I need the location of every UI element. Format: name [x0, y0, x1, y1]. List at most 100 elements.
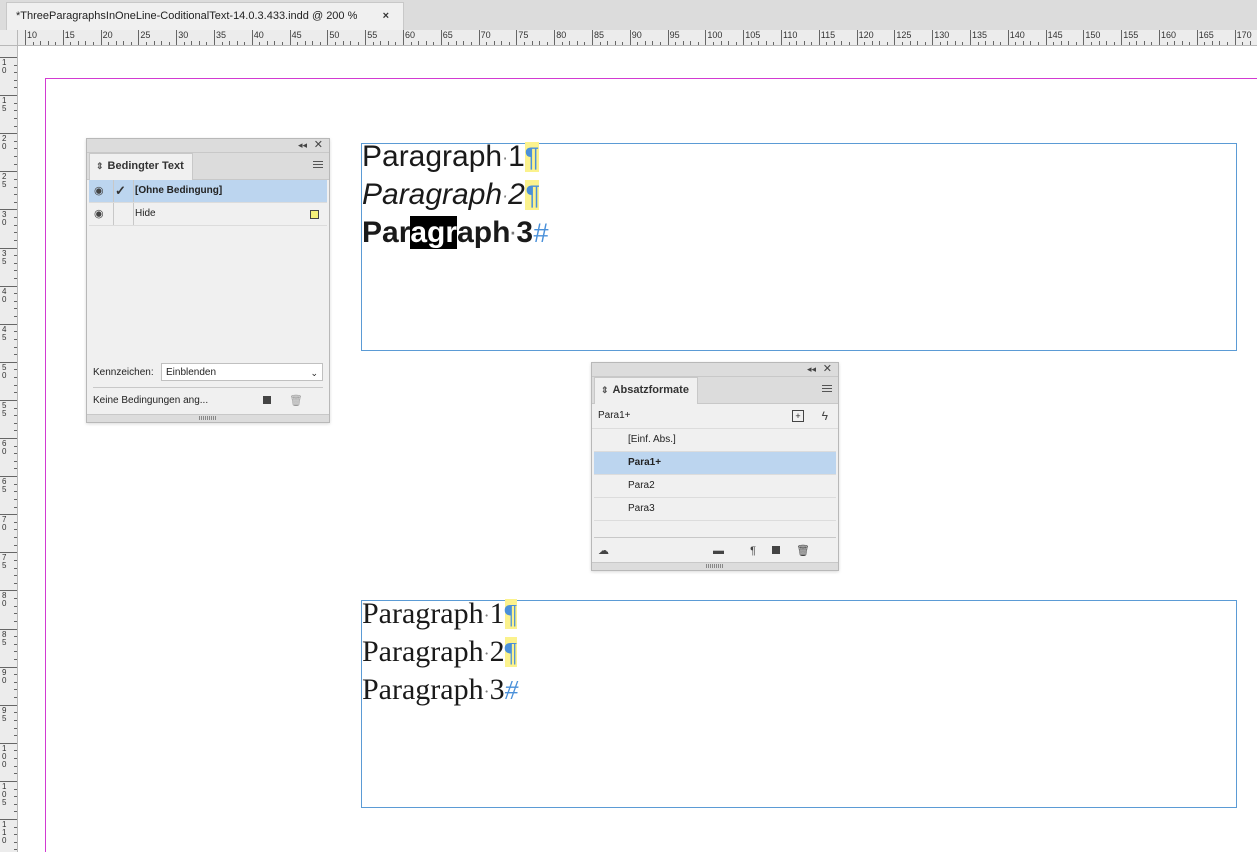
ruler-minor-tick	[14, 841, 17, 843]
condition-row-hide[interactable]: ◉ Hide	[89, 203, 327, 226]
ruler-minor-tick	[758, 41, 760, 45]
ruler-minor-tick	[14, 422, 17, 424]
text-frame-bottom[interactable]: Paragraph·1¶ Paragraph·2¶ Paragraph·3#	[361, 597, 1237, 808]
close-icon[interactable]: ✕	[314, 139, 323, 151]
trash-icon[interactable]: 🗑	[289, 391, 303, 411]
text-frame-top[interactable]: Paragraph·1¶ Paragraph·2¶ Paragraph·3#	[361, 140, 1237, 351]
ruler-minor-tick	[334, 42, 336, 45]
ruler-label: 65	[442, 30, 453, 40]
panel-menu-icon[interactable]	[313, 161, 323, 170]
ruler-minor-tick	[14, 331, 17, 333]
ruler-minor-tick	[274, 41, 276, 45]
ruler-minor-tick	[14, 453, 17, 455]
paragraph-1-line[interactable]: Paragraph·1¶	[362, 597, 517, 631]
resize-grip[interactable]	[87, 414, 329, 422]
current-style-row: Para1+ + ϟ	[592, 404, 838, 429]
lightning-icon[interactable]: ϟ	[822, 404, 828, 428]
paragraph-2-line[interactable]: Paragraph·2¶	[362, 178, 540, 212]
ruler-label: 60	[2, 439, 7, 456]
tab-paragraph-styles[interactable]: ⇕ Absatzformate	[594, 377, 698, 404]
panel-tab-row: ⇕ Bedingter Text	[87, 153, 329, 180]
column-divider	[113, 203, 114, 225]
ruler-label: 155	[1123, 30, 1139, 40]
check-icon[interactable]: ✓	[115, 180, 126, 202]
ruler-minor-tick	[728, 41, 730, 45]
tab-conditional-text[interactable]: ⇕ Bedingter Text	[89, 153, 193, 180]
ruler-label: 10	[27, 30, 38, 40]
paragraph-1-line[interactable]: Paragraph·1¶	[362, 140, 540, 174]
ruler-minor-tick	[1075, 42, 1077, 45]
ruler-label: 100	[2, 743, 7, 769]
ruler-label: 40	[2, 286, 7, 304]
ruler-label: 50	[2, 362, 7, 380]
indicator-row: Kennzeichen: Einblenden ⌄	[93, 362, 323, 384]
paragraph-2-line[interactable]: Paragraph·2¶	[362, 635, 517, 669]
ruler-minor-tick	[985, 41, 987, 45]
ruler-minor-tick	[735, 42, 737, 45]
ruler-minor-tick	[70, 42, 72, 45]
ruler-minor-tick	[14, 613, 17, 615]
ruler-minor-tick	[77, 41, 79, 45]
paragraph-3-line[interactable]: Paragraph·3#	[362, 673, 518, 707]
trash-icon[interactable]: 🗑	[796, 541, 810, 561]
ruler-minor-tick	[14, 125, 17, 127]
ruler-minor-tick	[917, 41, 919, 45]
ruler-label: 85	[594, 30, 605, 40]
ruler-minor-tick	[803, 41, 805, 45]
ruler-minor-tick	[14, 194, 17, 196]
vertical-ruler[interactable]: 10 15 20 25 30 35 40 45 50 55 60 65 70 75 80 85 90 95 100 1…	[0, 45, 18, 852]
ruler-minor-tick	[153, 41, 155, 45]
folder-icon[interactable]: ▬	[713, 541, 724, 561]
ruler-minor-tick	[879, 41, 881, 45]
ruler-minor-tick	[14, 377, 17, 379]
collapse-icon[interactable]: ◂◂	[298, 139, 307, 151]
collapse-icon[interactable]: ◂◂	[807, 363, 816, 375]
ruler-minor-tick	[14, 697, 17, 699]
ruler-label: 15	[64, 30, 75, 40]
condition-row-none[interactable]: ◉ ✓ [Ohne Bedingung]	[89, 180, 327, 203]
new-style-from-selection-icon[interactable]: +	[792, 410, 804, 422]
panel-menu-icon[interactable]	[822, 385, 832, 394]
panel-titlebar[interactable]: ◂◂ ✕	[87, 139, 329, 153]
close-icon[interactable]: ×	[383, 3, 389, 29]
panel-titlebar[interactable]: ◂◂ ✕	[592, 363, 838, 377]
style-item-para3[interactable]: Para3	[594, 498, 836, 521]
ruler-minor-tick	[14, 598, 17, 600]
ruler-minor-tick	[1030, 41, 1032, 45]
resize-grip[interactable]	[592, 562, 838, 570]
ruler-minor-tick	[14, 544, 17, 546]
style-item-basic[interactable]: [Einf. Abs.]	[594, 429, 836, 452]
eye-icon[interactable]: ◉	[94, 180, 104, 202]
ruler-minor-tick	[1022, 41, 1024, 45]
ruler-minor-tick	[14, 354, 17, 356]
text-selection[interactable]: agr	[410, 216, 458, 249]
status-text: Keine Bedingungen ang...	[93, 395, 209, 406]
new-style-icon[interactable]	[772, 546, 780, 554]
cloud-library-icon[interactable]: ☁	[598, 541, 609, 561]
eye-icon[interactable]: ◉	[94, 203, 104, 225]
ruler-label: 45	[291, 30, 302, 40]
style-list: [Einf. Abs.] Para1+ Para2 Para3	[594, 429, 836, 521]
indicator-label: Kennzeichen:	[93, 367, 154, 378]
new-condition-icon[interactable]	[263, 396, 271, 404]
indicator-dropdown[interactable]: Einblenden ⌄	[161, 363, 323, 381]
ruler-minor-tick	[319, 42, 321, 45]
ruler-minor-tick	[14, 140, 17, 142]
ruler-minor-tick	[14, 217, 17, 219]
close-icon[interactable]: ✕	[823, 363, 832, 375]
horizontal-ruler[interactable]: 10 15 20 25 30 35 40 45 50 55 60 65 70 75 80 85 90 95 100 1…	[0, 30, 1257, 46]
ruler-minor-tick	[297, 42, 299, 45]
style-item-para2[interactable]: Para2	[594, 475, 836, 498]
paragraph-3-line[interactable]: Paragraph·3#	[362, 216, 548, 250]
clear-overrides-icon[interactable]: ¶	[750, 541, 756, 561]
ruler-label: 70	[2, 515, 7, 533]
style-item-para1[interactable]: Para1+	[594, 452, 836, 475]
document-tab[interactable]: *ThreeParagraphsInOneLine-CoditionalText…	[6, 2, 404, 30]
ruler-minor-tick	[14, 79, 17, 81]
ruler-minor-tick	[833, 41, 835, 45]
ruler-minor-tick	[14, 735, 17, 737]
paragraph-word: Paragraph	[362, 673, 484, 706]
ruler-minor-tick	[962, 42, 964, 45]
ruler-origin[interactable]	[0, 30, 18, 46]
ruler-minor-tick	[796, 41, 798, 45]
